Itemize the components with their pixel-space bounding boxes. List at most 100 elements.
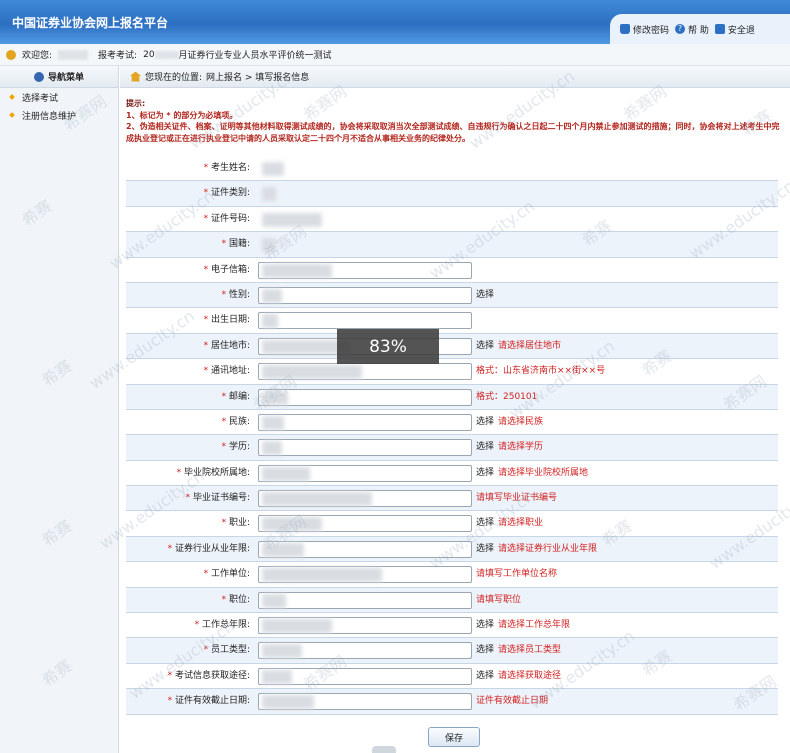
welcome-label: 欢迎您: [22,51,53,61]
exam-label: 报考考试: [98,51,138,61]
form-row: * 证件有效截止日期: 证件有效截止日期 [126,689,778,715]
form-row: * 性别: 选择 [126,282,778,309]
form-row: * 学历: 选择 请选择学历 [126,435,778,461]
notice-box: 提示: 1、标记为 * 的部分为必填项。 2、伪造相关证件、档案、证明等其他材料… [126,98,782,144]
field-hint: 选择 请选择获取途径 [476,664,561,689]
redacted-value [262,517,322,532]
form-row: * 国籍: [126,232,778,258]
bullet-icon [9,112,15,118]
field-hint: 选择 请选择学历 [476,435,543,460]
field-hint: 格式：山东省济南市××街××号 [476,359,605,384]
hint-text: 请选择证券行业从业年限 [498,543,598,554]
field-hint: 格式：250101 [476,385,537,410]
help-link[interactable]: ? 帮 助 [675,23,709,36]
form-input[interactable] [258,591,472,609]
home-icon [130,71,141,82]
redacted-value [262,390,288,405]
redacted-value [262,365,362,380]
redacted-value [262,466,310,481]
field-label: * 通讯地址: [203,366,250,377]
nav-menu-header: 导航菜单 [0,66,118,88]
user-bar: 欢迎您: 报考考试: 20 月证券行业专业人员水平评价统一测试 [0,44,790,66]
select-link[interactable]: 选择 [476,544,494,554]
exam-name: 月证券行业专业人员水平评价统一测试 [178,51,332,61]
top-header: 中国证券业协会网上报名平台 修改密码 ? 帮 助 安全退 [0,0,790,44]
form-row: * 毕业证书编号: 请填写毕业证书编号 [126,486,778,512]
field-label: * 邮编: [221,391,250,402]
select-link[interactable]: 选择 [476,645,494,655]
select-link[interactable]: 选择 [476,671,494,681]
lock-icon [620,24,630,34]
form-row: * 证件号码: [126,206,778,233]
form-row: * 出生日期: [126,308,778,334]
form-row: * 证件类别: [126,181,778,207]
form-input[interactable] [258,439,472,457]
form-row: * 考生姓名: [126,156,778,182]
redacted-value [262,669,292,684]
breadcrumb: 您现在的位置: 网上报名 > 填写报名信息 [120,66,790,88]
field-hint: 请填写职位 [476,588,521,613]
form-row: * 邮编: 格式：250101 [126,384,778,410]
field-label: * 出生日期: [203,315,250,326]
notice-title: 提示: [126,99,146,108]
form-input[interactable] [258,286,472,304]
form-input[interactable] [258,312,472,330]
field-label: * 国籍: [221,239,250,250]
hint-text: 证件有效截止日期 [476,696,549,707]
redacted-value [262,441,282,456]
redacted-value [262,314,278,329]
select-link[interactable]: 选择 [476,468,494,478]
hint-text: 请选择获取途径 [498,670,562,681]
sidebar-item-select-exam[interactable]: 选择考试 [0,88,118,106]
hint-text: 格式：250101 [476,391,538,402]
registration-form: * 考生姓名: * 证件类别: * 证件号码: * 国籍: * 电子信箱: * 性别: 选择… [126,156,778,715]
field-hint: 选择 请选择毕业院校所属地 [476,461,588,486]
redacted-value [262,415,284,430]
field-hint: 请填写工作单位名称 [476,562,557,587]
select-link[interactable]: 选择 [476,442,494,452]
bullet-icon [9,94,15,100]
field-label: * 职位: [221,594,250,605]
field-label: * 职业: [221,518,250,529]
field-hint: 选择 [476,283,498,308]
hint-text: 请选择工作总年限 [498,620,571,631]
select-link[interactable]: 选择 [476,290,494,300]
hint-text: 请选择毕业院校所属地 [498,467,589,478]
sidebar-item-registration-info[interactable]: 注册信息维护 [0,106,118,124]
form-input[interactable] [258,413,472,431]
logout-link[interactable]: 安全退 [714,23,755,36]
field-label: * 证券行业从业年限: [167,543,250,554]
hint-text: 请选择居住地市 [498,340,562,351]
hint-text: 请选择学历 [498,442,544,453]
form-row: * 居住地市: 选择 请选择居住地市 [126,333,778,360]
redacted-value [262,492,372,507]
scroll-handle[interactable] [372,746,396,753]
user-icon [6,49,16,60]
form-row: * 员工类型: 选择 请选择员工类型 [126,638,778,664]
select-link[interactable]: 选择 [476,417,494,427]
change-password-link[interactable]: 修改密码 [620,23,669,36]
select-link[interactable]: 选择 [476,341,494,351]
field-label: * 毕业证书编号: [185,493,250,504]
select-link[interactable]: 选择 [476,620,494,630]
form-row: * 民族: 选择 请选择民族 [126,409,778,436]
redacted-value [262,162,284,176]
save-button[interactable]: 保存 [428,727,480,747]
redacted-value [262,238,276,253]
redacted-value [262,263,332,278]
field-label: * 员工类型: [203,645,250,656]
hint-text: 请填写工作单位名称 [476,569,558,580]
sidebar: 导航菜单 选择考试 注册信息维护 [0,66,119,753]
menu-icon [33,71,44,82]
form-input[interactable] [258,388,472,406]
form-row: * 职位: 请填写职位 [126,587,778,614]
form-row: * 毕业院校所属地: 选择 请选择毕业院校所属地 [126,460,778,487]
select-link[interactable]: 选择 [476,518,494,528]
redacted-value [262,568,382,583]
field-label: * 考试信息获取途径: [167,670,250,681]
form-row: * 通讯地址: 格式：山东省济南市××街××号 [126,359,778,385]
field-label: * 电子信箱: [203,264,250,275]
redacted-value [262,695,314,710]
redacted-value [262,542,304,557]
field-label: * 工作总年限: [194,620,250,631]
